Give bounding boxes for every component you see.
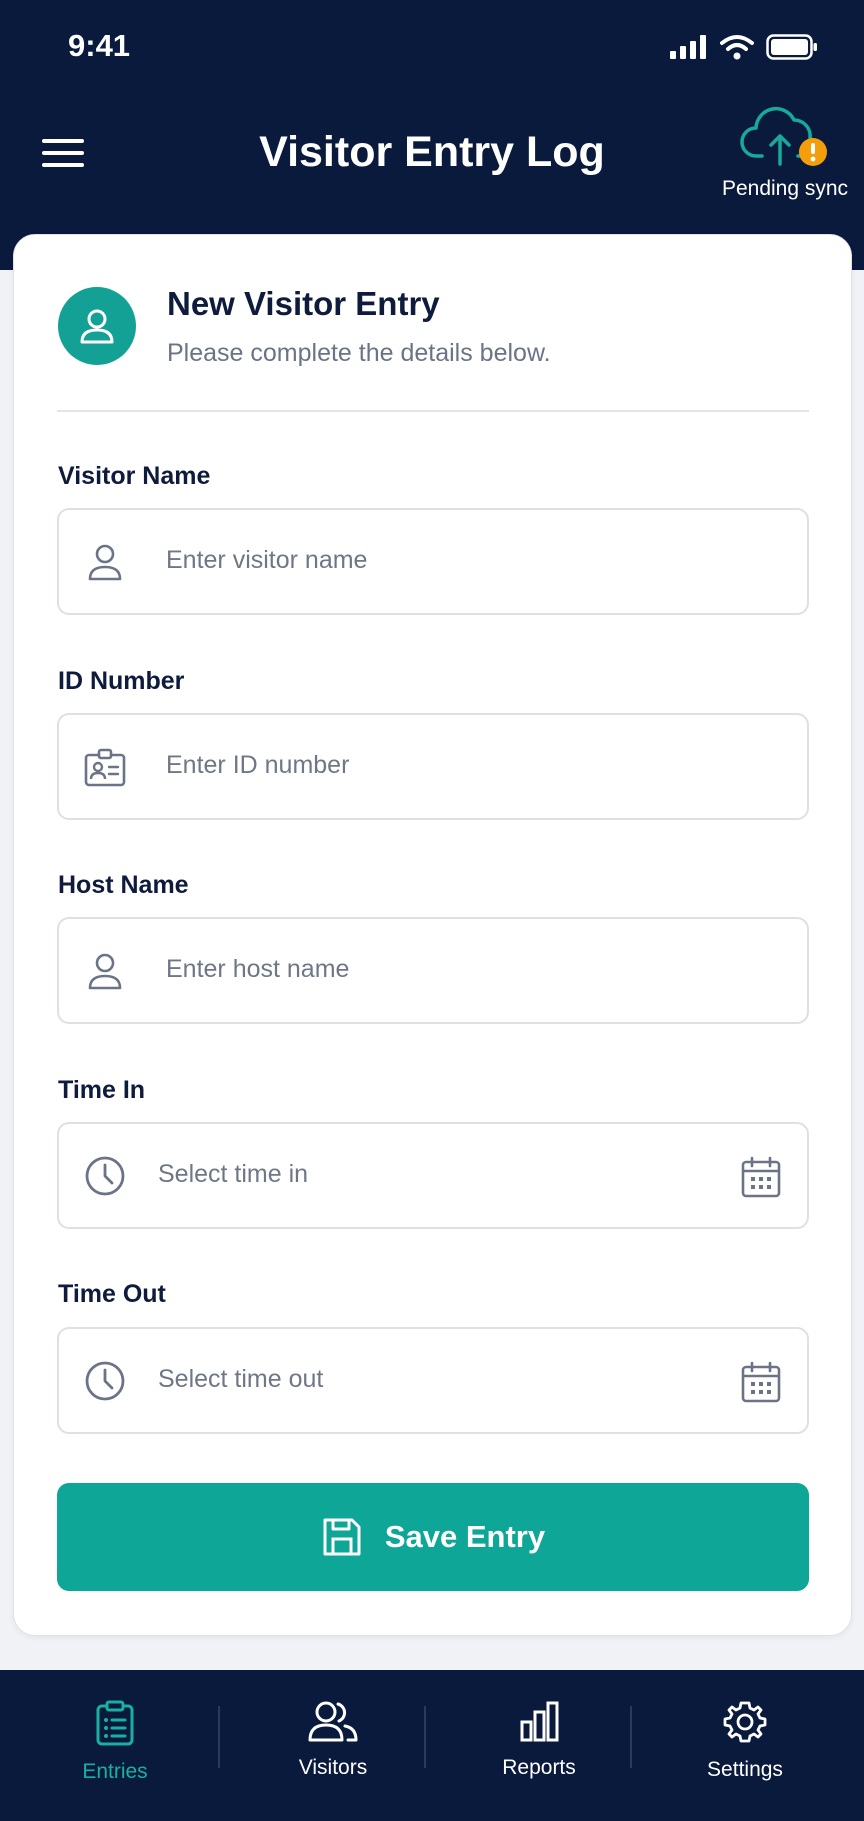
host-name-placeholder: Enter host name (166, 955, 350, 983)
nav-divider (424, 1706, 426, 1768)
time-out-picker[interactable]: Select time out (57, 1327, 809, 1434)
signal-icon (670, 35, 706, 59)
time-out-label: Time Out (58, 1280, 166, 1308)
status-time: 9:41 (68, 28, 131, 63)
clock-icon (83, 1154, 127, 1198)
bottom-nav: Entries Visitors Reports Settings (0, 1670, 864, 1821)
time-in-placeholder: Select time in (158, 1160, 309, 1188)
visitor-name-label: Visitor Name (58, 462, 211, 490)
avatar (58, 287, 136, 365)
id-number-placeholder: Enter ID number (166, 751, 350, 779)
clock-icon (83, 1359, 127, 1403)
visitor-entry-form: New Visitor Entry Please complete the de… (13, 234, 852, 1636)
nav-label-reports: Reports (502, 1756, 576, 1779)
nav-label-visitors: Visitors (298, 1756, 368, 1779)
user-icon (83, 949, 127, 993)
nav-item-settings[interactable]: Settings (642, 1670, 848, 1821)
nav-label-settings: Settings (707, 1758, 783, 1781)
nav-item-entries[interactable]: Entries (0, 1670, 230, 1821)
save-entry-label: Save Entry (384, 1519, 546, 1554)
clipboard-list-icon (96, 1700, 134, 1746)
time-in-picker[interactable]: Select time in (57, 1122, 809, 1229)
status-icons (670, 32, 818, 62)
calendar-icon[interactable] (741, 1361, 781, 1403)
nav-divider (630, 1706, 632, 1768)
save-icon (323, 1518, 361, 1556)
id-card-icon (83, 745, 127, 789)
form-title: New Visitor Entry (167, 285, 440, 322)
bar-chart-icon (520, 1701, 559, 1742)
app-header: 9:41 Visitor Entry Log Pending sync (0, 0, 864, 270)
time-in-label: Time In (58, 1076, 146, 1104)
host-name-label: Host Name (58, 871, 189, 899)
sync-status-button[interactable]: Pending sync (720, 106, 850, 201)
host-name-input[interactable]: Enter host name (57, 917, 809, 1024)
battery-icon (766, 34, 817, 60)
users-icon (308, 1701, 358, 1742)
nav-label-entries: Entries (82, 1760, 148, 1783)
user-icon (80, 309, 114, 344)
user-icon (83, 540, 127, 584)
form-subtitle: Please complete the details below. (167, 339, 551, 367)
calendar-icon[interactable] (741, 1156, 781, 1198)
wifi-icon (720, 35, 754, 60)
time-out-placeholder: Select time out (158, 1365, 324, 1393)
cloud-upload-warning-icon (740, 106, 827, 166)
id-number-label: ID Number (58, 667, 185, 695)
nav-divider (218, 1706, 220, 1768)
save-entry-button[interactable]: Save Entry (57, 1483, 809, 1591)
visitor-name-placeholder: Enter visitor name (166, 546, 368, 574)
gear-icon (723, 1701, 767, 1743)
nav-item-visitors[interactable]: Visitors (230, 1670, 436, 1821)
visitor-name-input[interactable]: Enter visitor name (57, 508, 809, 615)
nav-item-reports[interactable]: Reports (436, 1670, 642, 1821)
id-number-input[interactable]: Enter ID number (57, 713, 809, 820)
status-bar: 9:41 (0, 0, 864, 90)
divider (57, 410, 809, 412)
sync-status-label: Pending sync (721, 177, 849, 200)
